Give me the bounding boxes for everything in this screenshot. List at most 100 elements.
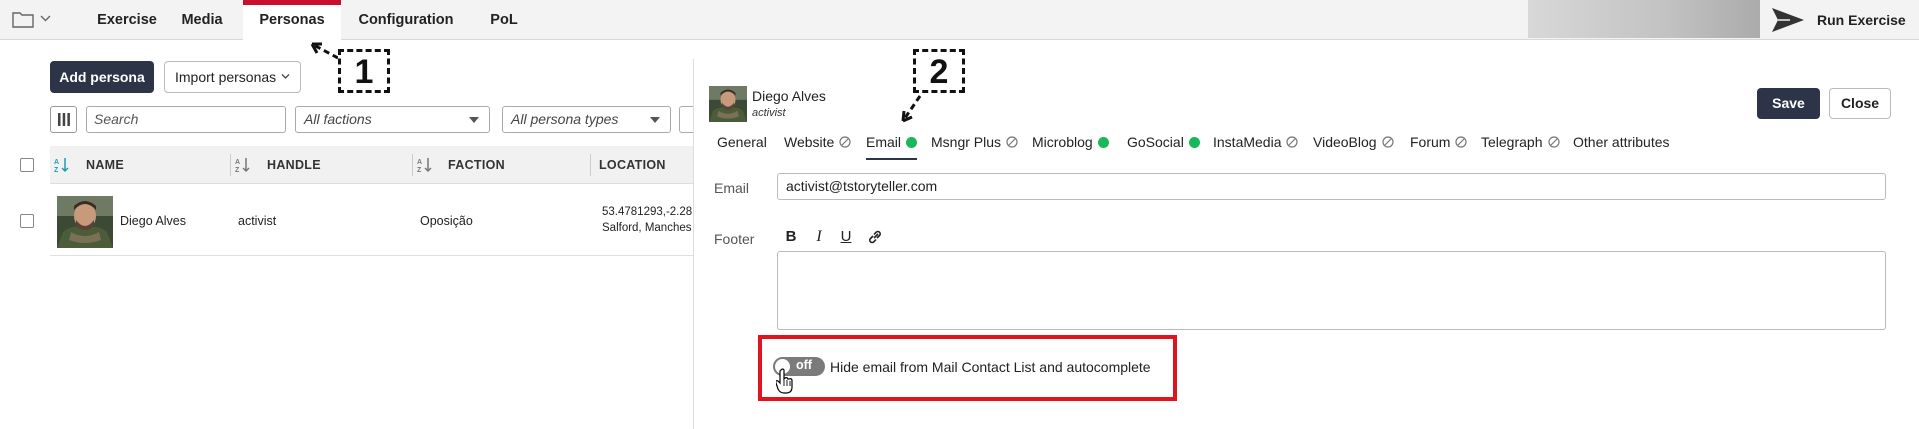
underline-button[interactable]: U <box>836 227 856 247</box>
disabled-icon <box>1455 136 1468 148</box>
tab-label: Forum <box>1410 134 1451 150</box>
disabled-icon <box>1381 136 1394 148</box>
tab-label: Website <box>784 134 835 150</box>
table-header: A Z NAME A Z HANDLE A Z FACTION LOCATION <box>50 146 694 184</box>
column-header-faction[interactable]: FACTION <box>448 146 505 184</box>
persona-name: Diego Alves <box>752 88 826 104</box>
column-divider <box>412 154 413 176</box>
columns-icon <box>58 113 70 126</box>
avatar <box>709 86 747 122</box>
svg-text:Z: Z <box>54 167 59 173</box>
faction-filter-select[interactable]: All factions <box>295 106 490 133</box>
hand-cursor-icon <box>776 368 793 394</box>
email-label: Email <box>714 180 750 196</box>
sort-icon[interactable]: A Z <box>54 157 70 173</box>
row-checkbox[interactable] <box>20 214 34 228</box>
tab-microblog[interactable]: Microblog <box>1032 134 1109 160</box>
select-all-checkbox[interactable] <box>20 158 34 172</box>
email-field[interactable]: activist@tstoryteller.com <box>777 173 1886 200</box>
row-handle: activist <box>238 214 277 228</box>
tab-label: Telegraph <box>1481 134 1543 150</box>
row-divider <box>50 255 694 256</box>
add-persona-button[interactable]: Add persona <box>50 61 154 93</box>
tab-general[interactable]: General <box>717 134 767 160</box>
column-divider <box>230 154 231 176</box>
svg-text:Z: Z <box>417 167 422 173</box>
row-name[interactable]: Diego Alves <box>120 214 186 228</box>
tab-label: GoSocial <box>1127 134 1184 150</box>
disabled-icon <box>839 136 851 148</box>
search-input[interactable]: Search <box>86 106 286 133</box>
tab-msngr-plus[interactable]: Msngr Plus <box>931 134 1018 160</box>
bold-button[interactable]: B <box>781 227 801 247</box>
nav-tab-exercise[interactable]: Exercise <box>78 0 176 40</box>
column-header-handle[interactable]: HANDLE <box>267 146 321 184</box>
tab-label: VideoBlog <box>1313 134 1377 150</box>
folder-icon[interactable] <box>12 10 34 28</box>
callout-1: 1 <box>338 49 390 93</box>
disabled-icon <box>1286 136 1299 148</box>
persona-handle: activist <box>752 107 786 119</box>
tab-instamedia[interactable]: InstaMedia <box>1213 134 1299 160</box>
sort-icon[interactable]: A Z <box>235 157 251 173</box>
tab-label: Microblog <box>1032 134 1093 150</box>
column-header-location[interactable]: LOCATION <box>599 146 666 184</box>
avatar <box>57 196 113 248</box>
enabled-status-icon <box>1097 137 1109 148</box>
svg-text:A: A <box>417 159 422 166</box>
tab-videoblog[interactable]: VideoBlog <box>1313 134 1394 160</box>
caret-down-icon <box>469 117 479 123</box>
row-location-coordinates: 53.4781293,-2.28 <box>602 206 693 218</box>
close-button[interactable]: Close <box>1829 88 1891 119</box>
additional-filter-select[interactable] <box>679 106 693 133</box>
tab-label: Email <box>866 134 902 150</box>
tab-telegraph[interactable]: Telegraph <box>1481 134 1560 160</box>
svg-text:Z: Z <box>235 167 240 173</box>
faction-filter-value: All factions <box>304 111 372 127</box>
send-icon <box>1772 8 1804 32</box>
disabled-icon <box>1006 136 1018 148</box>
persona-type-filter-value: All persona types <box>511 111 619 127</box>
toggle-state: off <box>796 358 812 372</box>
link-icon <box>869 230 881 244</box>
enabled-status-icon <box>1188 137 1200 148</box>
tab-label: Msngr Plus <box>931 134 1002 150</box>
nav-tab-personas[interactable]: Personas <box>243 0 341 40</box>
tab-website[interactable]: Website <box>784 134 851 160</box>
column-chooser-button[interactable] <box>50 106 77 133</box>
column-divider <box>590 154 591 176</box>
tab-email[interactable]: Email <box>866 134 918 160</box>
nav-tab-pol[interactable]: PoL <box>478 0 530 40</box>
run-exercise-label: Run Exercise <box>1817 12 1906 28</box>
save-button[interactable]: Save <box>1757 88 1820 119</box>
italic-button[interactable]: I <box>809 227 829 247</box>
nav-tab-media[interactable]: Media <box>168 0 236 40</box>
column-header-name[interactable]: NAME <box>86 146 124 184</box>
tab-label: InstaMedia <box>1213 134 1282 150</box>
chevron-down-icon[interactable] <box>40 13 51 24</box>
top-navigation-bar: Exercise Media Personas Configuration Po… <box>0 0 1919 40</box>
footer-label: Footer <box>714 231 755 247</box>
svg-text:A: A <box>235 159 240 166</box>
tab-gosocial[interactable]: GoSocial <box>1127 134 1200 160</box>
nav-tab-configuration[interactable]: Configuration <box>350 0 462 40</box>
tab-label: Other attributes <box>1573 134 1670 150</box>
tab-other-attributes[interactable]: Other attributes <box>1573 134 1670 160</box>
hide-email-label: Hide email from Mail Contact List and au… <box>830 359 1151 375</box>
persona-type-filter-select[interactable]: All persona types <box>502 106 671 133</box>
import-personas-label: Import personas <box>175 69 277 85</box>
footer-textarea[interactable] <box>777 251 1886 330</box>
exercise-status-area <box>1528 0 1760 38</box>
tab-forum[interactable]: Forum <box>1410 134 1468 160</box>
run-exercise-button[interactable]: Run Exercise <box>1770 0 1919 40</box>
row-location-place: Salford, Manches <box>602 222 692 234</box>
sort-icon[interactable]: A Z <box>417 157 433 173</box>
caret-down-icon <box>650 117 660 123</box>
import-personas-dropdown[interactable]: Import personas <box>164 61 301 93</box>
enabled-status-icon <box>906 137 918 148</box>
disabled-icon <box>1547 136 1560 148</box>
chevron-down-icon <box>281 74 290 79</box>
callout-2: 2 <box>913 49 965 93</box>
link-button[interactable] <box>865 227 885 247</box>
tab-label: General <box>717 134 767 150</box>
